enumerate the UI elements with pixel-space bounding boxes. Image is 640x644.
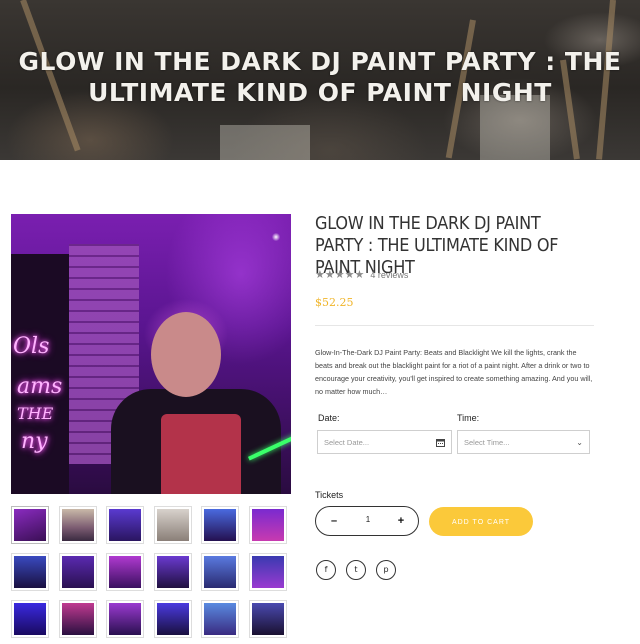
- thumbnail[interactable]: [106, 506, 144, 544]
- thumbnail[interactable]: [249, 506, 287, 544]
- thumbnail[interactable]: [11, 506, 49, 544]
- decrease-quantity-button[interactable]: –: [326, 513, 342, 529]
- star-rating-icon: ★★★★★: [315, 269, 365, 281]
- thumbnail[interactable]: [59, 600, 97, 638]
- chevron-down-icon: ⌄: [576, 438, 583, 447]
- product-main-image[interactable]: Ols ams THE ny: [11, 214, 291, 494]
- quantity-stepper: – 1 +: [315, 506, 419, 536]
- thumbnail[interactable]: [249, 600, 287, 638]
- person-apron: [161, 414, 241, 494]
- time-select[interactable]: Select Time... ⌄: [457, 430, 590, 454]
- neon-sign: Ols: [13, 334, 50, 359]
- add-to-cart-button[interactable]: ADD TO CART: [429, 507, 533, 536]
- product-price: $52.25: [315, 296, 354, 309]
- time-label: Time:: [457, 413, 480, 423]
- thumbnail[interactable]: [201, 506, 239, 544]
- reviews-link[interactable]: 4 reviews: [370, 270, 408, 280]
- thumbnail[interactable]: [59, 506, 97, 544]
- hero-banner: GLOW IN THE DARK DJ PAINT PARTY : THE UL…: [0, 0, 640, 160]
- product-description: Glow-In-The-Dark DJ Paint Party: Beats a…: [315, 348, 593, 396]
- calendar-icon: [436, 438, 445, 449]
- thumbnail[interactable]: [154, 553, 192, 591]
- thumbnail[interactable]: [154, 506, 192, 544]
- thumbnail[interactable]: [59, 553, 97, 591]
- pinterest-share-icon[interactable]: p: [376, 560, 396, 580]
- thumbnail[interactable]: [201, 553, 239, 591]
- facebook-share-icon[interactable]: f: [316, 560, 336, 580]
- neon-sign: ams: [17, 374, 63, 399]
- date-picker[interactable]: Select Date...: [317, 430, 452, 454]
- canvas-decor: [220, 125, 310, 160]
- quantity-value[interactable]: 1: [356, 515, 380, 524]
- product-rating: ★★★★★ 4 reviews: [315, 268, 408, 281]
- tickets-label: Tickets: [315, 490, 344, 500]
- time-placeholder: Select Time...: [464, 437, 510, 447]
- thumbnail[interactable]: [249, 553, 287, 591]
- twitter-share-icon[interactable]: t: [346, 560, 366, 580]
- ceiling-lights: [261, 222, 291, 282]
- divider: [315, 325, 594, 326]
- date-placeholder: Select Date...: [324, 437, 370, 447]
- thumbnail[interactable]: [11, 553, 49, 591]
- thumbnail[interactable]: [201, 600, 239, 638]
- date-label: Date:: [318, 413, 340, 423]
- hero-title-line-1: GLOW IN THE DARK DJ PAINT PARTY : THE: [18, 47, 622, 76]
- person-head: [151, 312, 221, 397]
- neon-sign: ny: [21, 429, 48, 454]
- hero-title: GLOW IN THE DARK DJ PAINT PARTY : THE UL…: [0, 46, 640, 108]
- hero-title-line-2: ULTIMATE KIND OF PAINT NIGHT: [88, 78, 552, 107]
- neon-sign: THE: [17, 404, 54, 423]
- thumbnail[interactable]: [11, 600, 49, 638]
- increase-quantity-button[interactable]: +: [393, 513, 409, 529]
- thumbnail[interactable]: [106, 553, 144, 591]
- thumbnail[interactable]: [154, 600, 192, 638]
- thumbnail[interactable]: [106, 600, 144, 638]
